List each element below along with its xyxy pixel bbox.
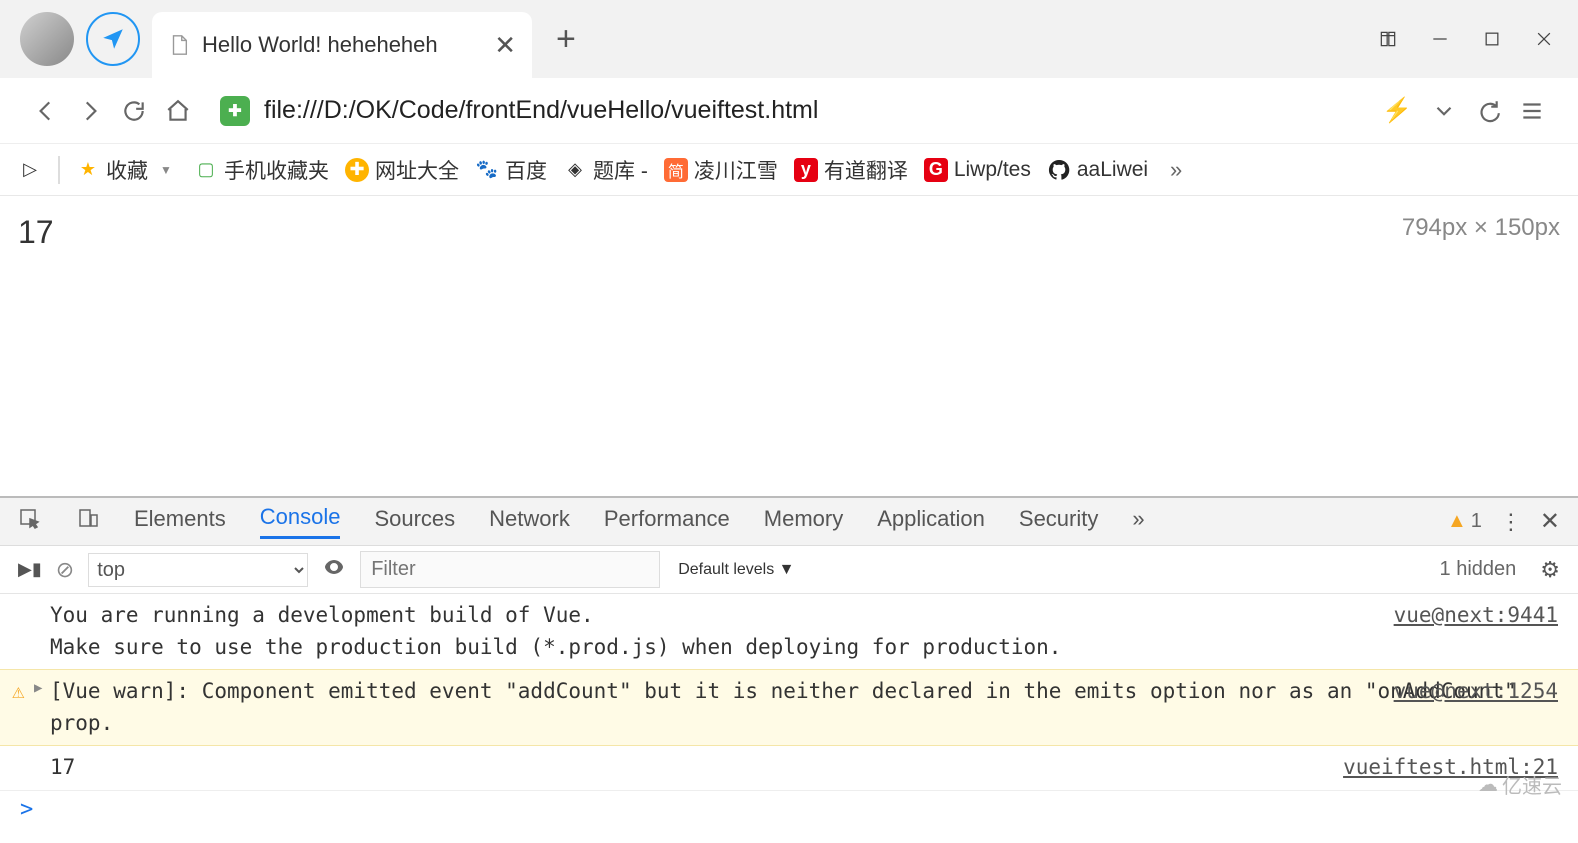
home-button[interactable] [156,89,200,133]
address-bar: ✚ file:///D:/OK/Code/frontEnd/vueHello/v… [0,78,1578,144]
bookmark-wangzhi[interactable]: ✚网址大全 [345,155,459,185]
console-prompt[interactable]: > [0,791,1578,828]
console-message-log: 17 vueiftest.html:21 [0,746,1578,791]
bookmark-liwp[interactable]: GLiwp/tes [924,158,1031,182]
forward-button[interactable] [68,89,112,133]
profile-avatar[interactable] [20,12,74,66]
bookmark-label: 手机收藏夹 [224,155,329,185]
console-message-warn: ▶ [Vue warn]: Component emitted event "a… [0,669,1578,746]
devtools-tab-network[interactable]: Network [489,506,570,538]
bookmark-label: 题库 - [593,155,648,185]
window-minimize-button[interactable] [1414,17,1466,61]
warning-count-badge[interactable]: ▲1 [1447,510,1482,533]
page-content: 17 794px × 150px [0,196,1578,496]
menu-button[interactable] [1510,89,1554,133]
live-expression-icon[interactable] [322,555,346,584]
page-output: 17 [18,214,1560,251]
bookmarks-bar: ▷ ★收藏▼ ▢手机收藏夹 ✚网址大全 🐾百度 ◈题库 - 简凌川江雪 y有道翻… [0,144,1578,196]
bookmark-label: 网址大全 [375,155,459,185]
url-text[interactable]: file:///D:/OK/Code/frontEnd/vueHello/vue… [264,96,1372,125]
devtools-menu-icon[interactable]: ⋮ [1500,509,1522,535]
expand-caret-icon[interactable]: ▶ [34,678,42,699]
reload-button[interactable] [112,89,156,133]
hidden-count: 1 hidden [1440,558,1517,581]
tab-title: Hello World! heheheheh [202,32,482,58]
bookmark-youdao[interactable]: y有道翻译 [794,155,908,185]
bolt-icon[interactable]: ⚡ [1382,96,1412,125]
wardrobe-icon[interactable] [1362,17,1414,61]
security-shield-icon[interactable]: ✚ [220,96,250,126]
navigation-circle-icon[interactable] [86,12,140,66]
console-toolbar: ▶▮ ⊘ top Default levels ▼ 1 hidden ⚙ [0,546,1578,594]
dimension-badge: 794px × 150px [1402,214,1560,242]
sidebar-toggle-icon[interactable]: ▷ [18,158,42,182]
browser-tab[interactable]: Hello World! heheheheh ✕ [152,12,532,78]
devtools-tab-overflow[interactable]: » [1132,506,1144,538]
watermark: ☁亿速云 [1478,770,1562,799]
console-text: 17 [50,755,75,779]
console-filter-input[interactable] [360,551,660,588]
browser-titlebar: Hello World! heheheheh ✕ + [0,0,1578,78]
devtools-tab-sources[interactable]: Sources [374,506,455,538]
new-tab-button[interactable]: + [556,20,576,59]
bookmark-label: 凌川江雪 [694,155,778,185]
bookmark-label: aaLiwei [1077,158,1148,182]
bookmark-label: Liwp/tes [954,158,1031,182]
chevron-down-icon[interactable] [1422,89,1466,133]
tab-close-button[interactable]: ✕ [494,30,516,61]
back-button[interactable] [24,89,68,133]
bookmark-baidu[interactable]: 🐾百度 [475,155,547,185]
source-link[interactable]: vue@next:1254 [1394,676,1558,708]
devtools-tab-performance[interactable]: Performance [604,506,730,538]
bookmark-label: 百度 [505,155,547,185]
clear-console-icon[interactable]: ⊘ [56,557,74,583]
devtools-tab-elements[interactable]: Elements [134,506,226,538]
devtools-panel: Elements Console Sources Network Perform… [0,496,1578,828]
console-text: [Vue warn]: Component emitted event "add… [50,679,1517,735]
bookmark-tiku[interactable]: ◈题库 - [563,155,648,185]
window-maximize-button[interactable] [1466,17,1518,61]
devtools-tabbar: Elements Console Sources Network Perform… [0,498,1578,546]
console-text: You are running a development build of V… [50,600,1558,632]
bookmark-favorites[interactable]: ★收藏▼ [76,155,178,185]
source-link[interactable]: vue@next:9441 [1394,600,1558,632]
document-icon [168,34,190,56]
devtools-tab-security[interactable]: Security [1019,506,1098,538]
console-message-info: You are running a development build of V… [0,594,1578,669]
console-output: You are running a development build of V… [0,594,1578,828]
bookmark-label: 有道翻译 [824,155,908,185]
bookmark-overflow[interactable]: » [1164,158,1188,182]
bookmark-aaliwei[interactable]: aaLiwei [1047,158,1148,182]
log-levels-select[interactable]: Default levels ▼ [674,557,798,583]
bookmark-lingchuan[interactable]: 简凌川江雪 [664,155,778,185]
devtools-close-button[interactable]: ✕ [1540,507,1560,536]
devtools-tab-console[interactable]: Console [260,504,341,539]
separator [58,156,60,184]
console-settings-icon[interactable]: ⚙ [1540,557,1560,583]
devtools-tab-memory[interactable]: Memory [764,506,843,538]
device-toggle-icon[interactable] [76,507,100,536]
console-sidebar-toggle[interactable]: ▶▮ [18,559,42,580]
undo-dropdown-button[interactable] [1466,89,1510,133]
inspect-icon[interactable] [18,507,42,536]
window-close-button[interactable] [1518,17,1570,61]
execution-context-select[interactable]: top [88,553,308,587]
warn-count: 1 [1471,510,1482,533]
devtools-tab-application[interactable]: Application [877,506,985,538]
console-text: Make sure to use the production build (*… [50,632,1558,664]
bookmark-mobile[interactable]: ▢手机收藏夹 [194,155,329,185]
bookmark-label: 收藏 [106,155,148,185]
